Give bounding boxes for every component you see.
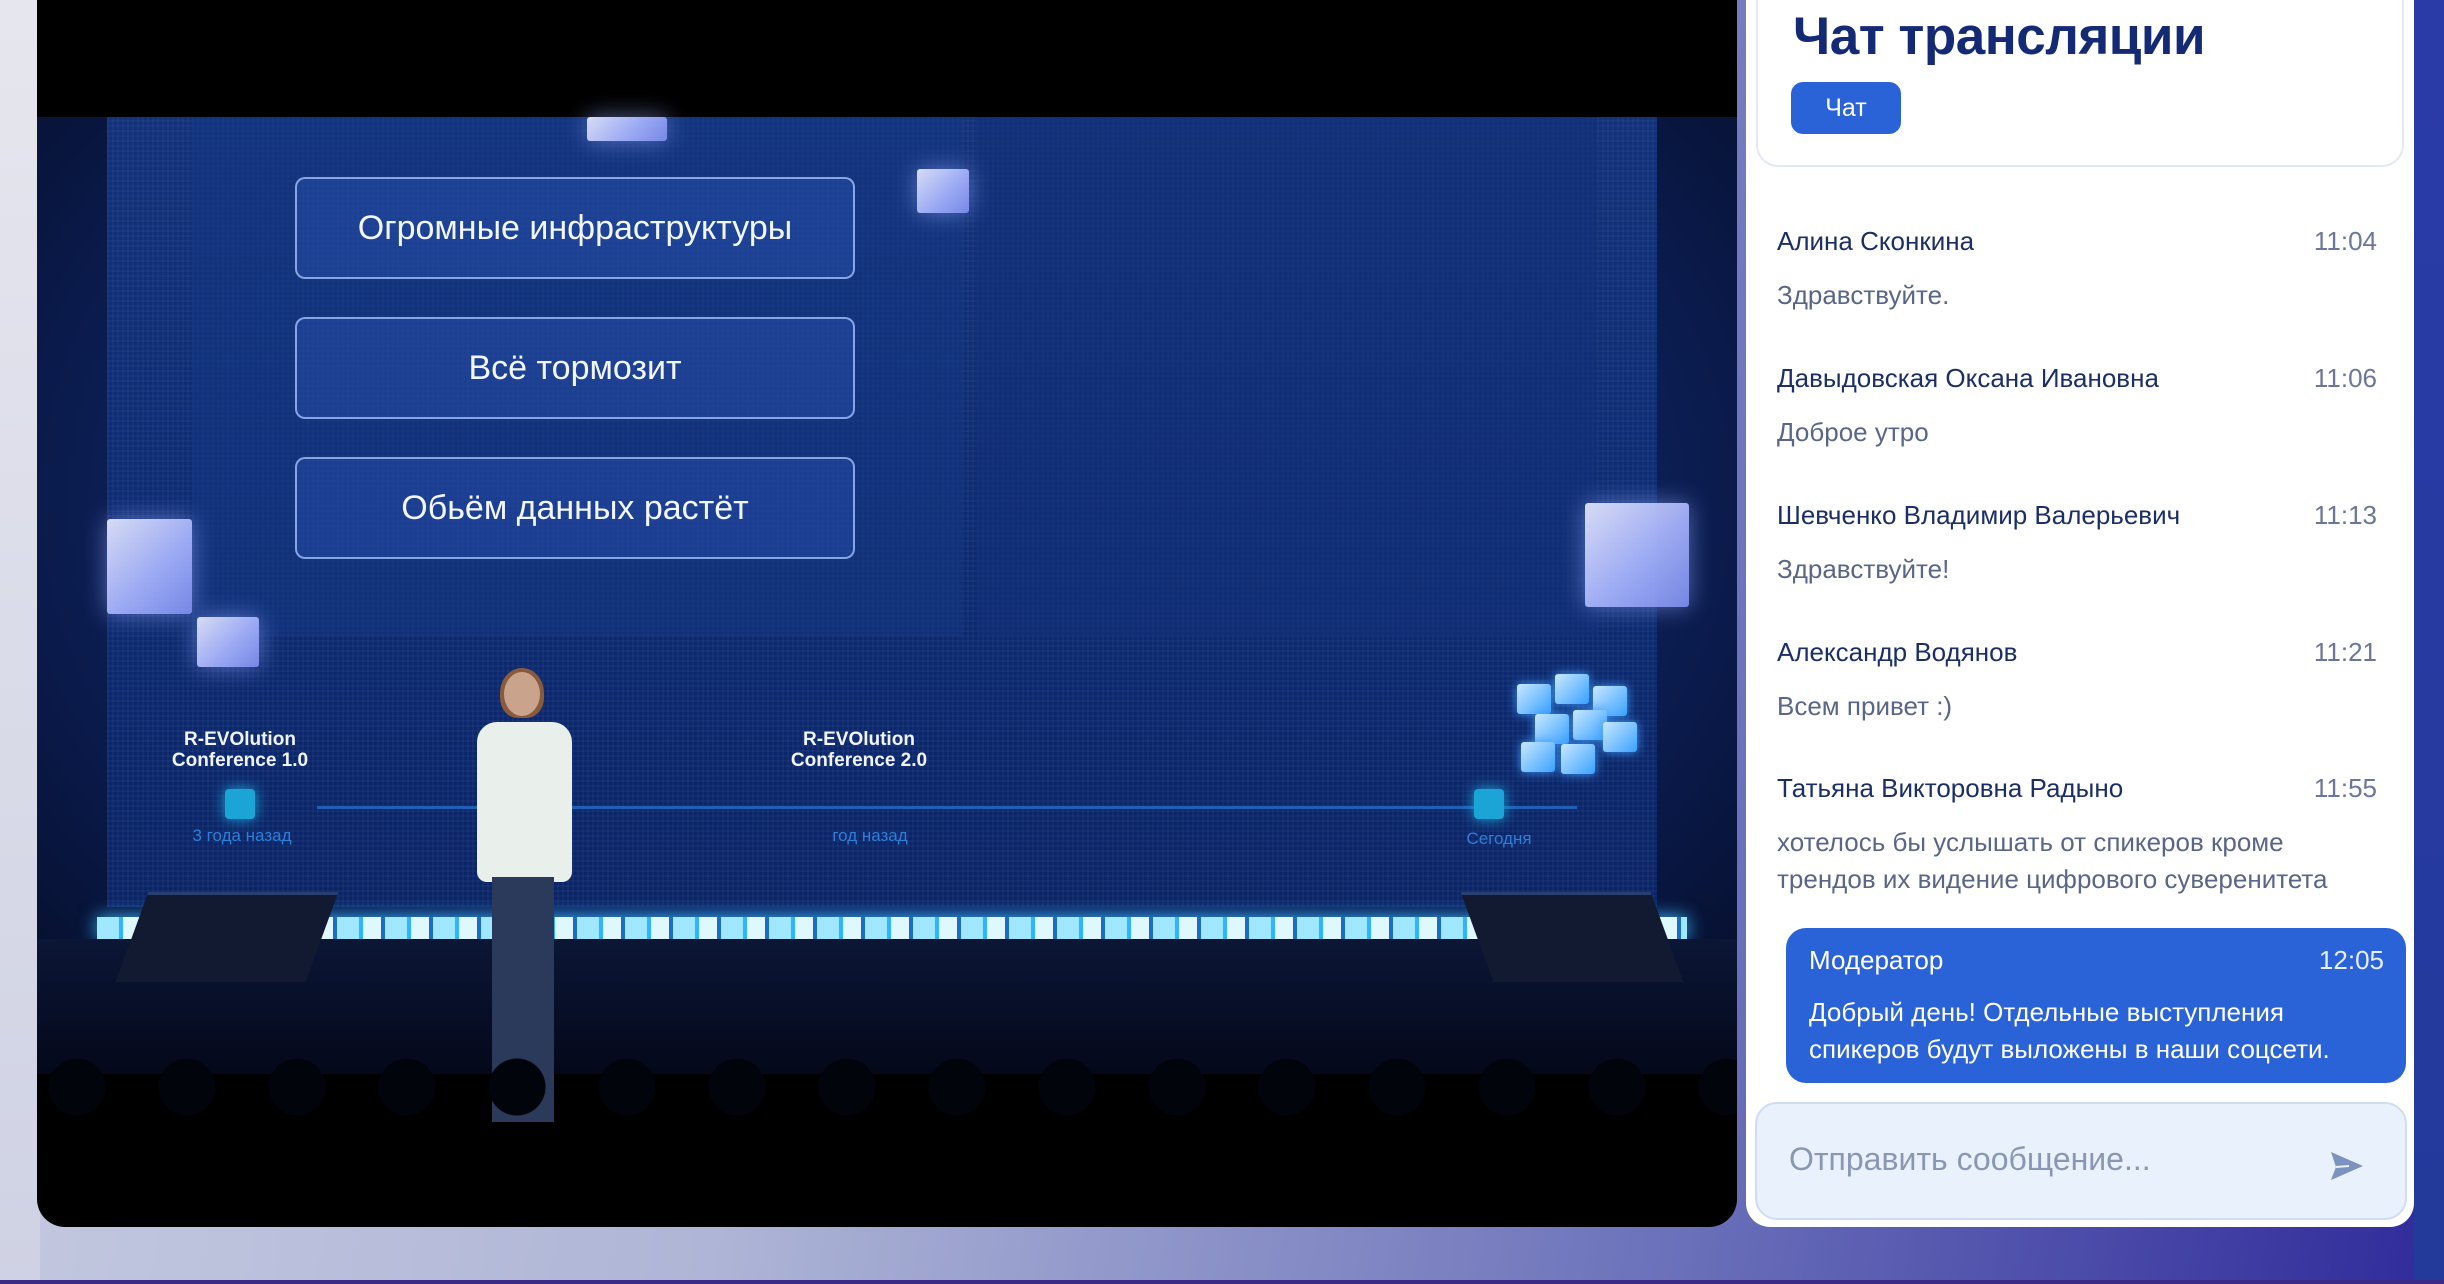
message-text: Доброе утро: [1777, 417, 1929, 447]
message-text: Здравствуйте.: [1777, 280, 1950, 310]
message-author: Алина Сконкина: [1777, 226, 1975, 256]
page-background: [0, 0, 40, 1284]
page-background-right: [2414, 0, 2444, 1284]
message-time: 11:21: [2313, 637, 2377, 667]
timeline-label: год назад: [832, 826, 908, 845]
message-author: Александр Водянов: [1777, 637, 2018, 667]
stage-monitor: [1460, 892, 1684, 982]
chat-header: Чат трансляции Чат: [1756, 0, 2404, 167]
message-time: 11:04: [2313, 226, 2377, 256]
message-author: Шевченко Владимир Валерьевич: [1777, 500, 2181, 530]
message-author: Татьяна Викторовна Радыно: [1777, 773, 2124, 803]
message-time: 12:05: [2318, 945, 2384, 975]
led-strip: [97, 917, 1687, 939]
cube-cluster-decoration: [1517, 674, 1637, 774]
message-time: 11:13: [2313, 500, 2377, 530]
message-composer: [1755, 1102, 2407, 1220]
message-input[interactable]: [1789, 1134, 2309, 1184]
cube-decoration: [107, 519, 192, 614]
message-author: Модератор: [1809, 945, 1944, 975]
timeline-label: 3 года назад: [192, 826, 292, 845]
stage-screen: Огромные инфраструктуры Всё тормозит Обь…: [107, 117, 1689, 907]
send-icon[interactable]: [2327, 1146, 2367, 1186]
timeline-label: Сегодня: [1466, 829, 1532, 848]
cube-decoration: [587, 117, 667, 141]
message-text: хотелось бы услышать от спикеров кроме т…: [1777, 827, 2328, 894]
message-time: 11:55: [2313, 773, 2377, 803]
timeline-title: R-EVOlution Conference 1.0: [171, 729, 309, 771]
tab-chat[interactable]: Чат: [1791, 82, 1901, 134]
cube-decoration: [917, 169, 969, 213]
slide-item: Огромные инфраструктуры: [295, 177, 855, 279]
timeline-node: [225, 789, 255, 819]
message-author: Давыдовская Оксана Ивановна: [1777, 363, 2159, 393]
message-text: Здравствуйте!: [1777, 554, 1950, 584]
timeline-node: [1474, 789, 1504, 819]
cube-decoration: [1585, 503, 1689, 607]
video-frame: Огромные инфраструктуры Всё тормозит Обь…: [37, 117, 1737, 1127]
message-text: Добрый день! Отдельные выступления спике…: [1809, 997, 2330, 1064]
timeline-title: R-EVOlution Conference 2.0: [790, 729, 928, 771]
slide-item: Всё тормозит: [295, 317, 855, 419]
video-player[interactable]: Огромные инфраструктуры Всё тормозит Обь…: [37, 0, 1737, 1227]
chat-title: Чат трансляции: [1793, 7, 2206, 66]
stage-monitor: [115, 892, 339, 982]
cube-decoration: [197, 617, 259, 667]
screen-panel-right: [977, 117, 1597, 637]
message-text: Всем привет :): [1777, 691, 1953, 721]
slide-item: Обьём данных растёт: [295, 457, 855, 559]
chat-panel: Чат трансляции Чат Алина Сконкина 11:04 …: [1746, 0, 2414, 1227]
moderator-message: Модератор 12:05 Добрый день! Отдельные в…: [1786, 928, 2406, 1083]
page-bottom-strip: [0, 1280, 2444, 1284]
audience-silhouettes: [37, 1047, 1737, 1127]
message-time: 11:06: [2313, 363, 2377, 393]
